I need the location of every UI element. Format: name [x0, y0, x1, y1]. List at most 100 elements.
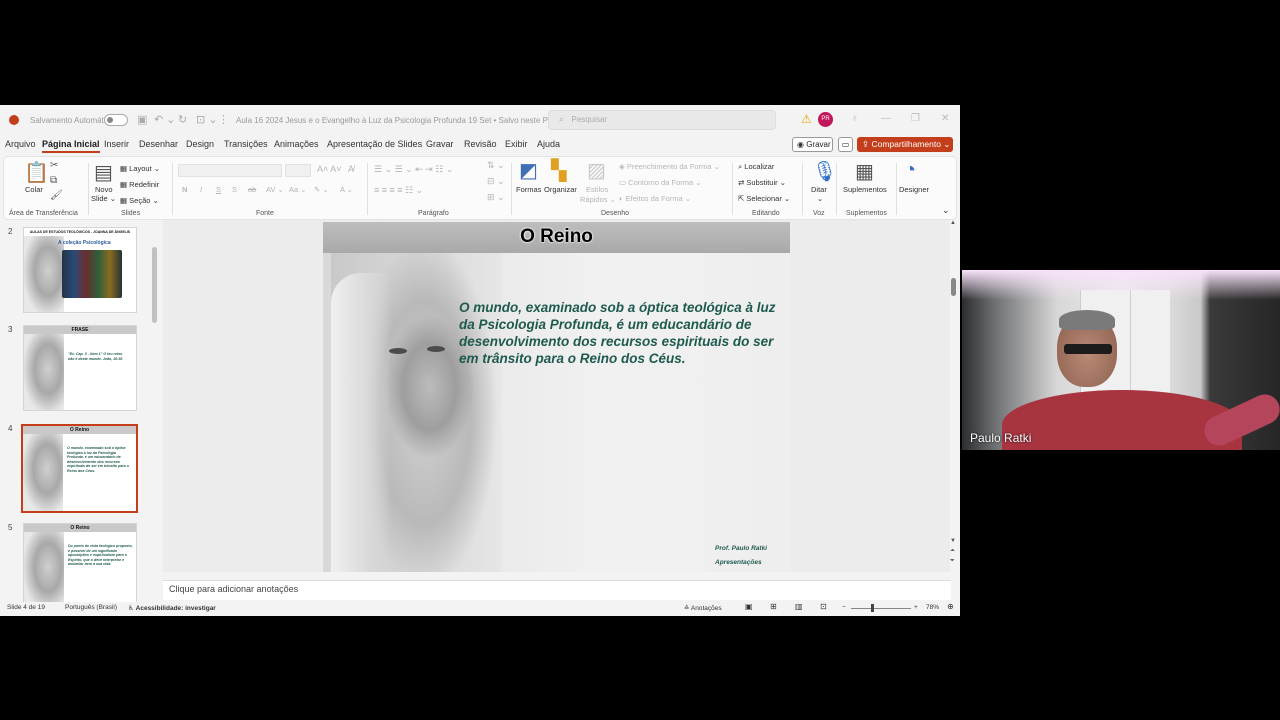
tab-design[interactable]: Design — [186, 139, 214, 149]
tab-transicoes[interactable]: Transições — [224, 139, 268, 149]
arrange-icon[interactable]: ▚ — [551, 158, 566, 183]
dictate-dropdown-icon[interactable]: ⌄ — [817, 194, 823, 203]
arrange-button[interactable]: Organizar — [544, 185, 577, 194]
font-name-input[interactable] — [178, 164, 282, 177]
slide-sorter-icon[interactable]: ⊞ — [770, 602, 777, 611]
clear-formatting-icon[interactable]: A̸ — [348, 164, 354, 174]
smartart-icon[interactable]: ⊞ ⌄ — [487, 192, 505, 203]
zoom-out-icon[interactable]: − — [842, 604, 846, 611]
select-button[interactable]: ⇱ Selecionar ⌄ — [738, 194, 790, 203]
bullets-icon[interactable]: ☰ ⌄ ☰ ⌄ ⇤ ⇥ ☷ ⌄ — [374, 164, 453, 175]
paste-button[interactable]: Colar — [25, 185, 43, 194]
designer-button[interactable]: Designer — [899, 185, 929, 194]
format-painter-icon[interactable]: 🖌 — [50, 190, 63, 201]
zoom-slider[interactable] — [851, 608, 911, 609]
quick-styles-icon[interactable]: ▨ — [587, 158, 606, 183]
increase-font-icon[interactable]: A˄ A˅ — [317, 164, 342, 174]
previous-slide-icon[interactable]: ⏶ — [950, 548, 955, 555]
align-left-icon[interactable]: ≡ ≡ ≡ ≡ ☷ ⌄ — [374, 185, 423, 196]
quick-styles-button[interactable]: Estilos — [586, 185, 608, 194]
tab-inserir[interactable]: Inserir — [104, 139, 129, 149]
search-input[interactable]: ⌕ Pesquisar — [548, 110, 776, 130]
slide-title[interactable]: O Reino — [323, 226, 790, 248]
change-case-icon[interactable]: Aa ⌄ — [289, 185, 307, 194]
char-spacing-icon[interactable]: AV ⌄ — [266, 185, 284, 194]
lightbulb-icon[interactable]: ♁ — [851, 113, 859, 124]
close-icon[interactable]: ✕ — [941, 113, 949, 124]
accessibility-button[interactable]: ♿ Acessibilidade: investigar — [128, 604, 216, 612]
customize-qat-icon[interactable]: ⋮ — [218, 113, 229, 126]
zoom-in-icon[interactable]: + — [914, 604, 918, 611]
participant-video-tile[interactable]: Paulo Ratki — [962, 270, 1280, 450]
shape-effects-button[interactable]: ◐ Efeitos da Forma ⌄ — [619, 194, 691, 203]
font-size-input[interactable] — [285, 164, 311, 177]
designer-icon[interactable]: ◔ — [904, 159, 916, 182]
slide-vertical-scrollbar[interactable]: ▲ ▼ ⏶ ⏷ — [950, 220, 958, 570]
scroll-down-icon[interactable]: ▼ — [950, 538, 956, 544]
warning-icon[interactable]: ⚠ — [801, 112, 812, 126]
tab-ajuda[interactable]: Ajuda — [537, 139, 560, 149]
autosave-toggle[interactable] — [104, 114, 128, 126]
slide-thumbnail-3[interactable]: FRASE "Ev. Cap. X - Item 1" O teu reino … — [23, 325, 137, 411]
scrollbar-thumb[interactable] — [951, 278, 956, 296]
italic-button[interactable]: I — [200, 185, 202, 194]
highlight-icon[interactable]: ✎ ⌄ — [314, 185, 329, 194]
start-slideshow-icon[interactable]: ⊡ ⌄ — [196, 113, 218, 126]
redo-icon[interactable]: ↻ — [178, 113, 187, 126]
slide-thumbnail-4[interactable]: O Reino O mundo, examinado sob a óptica … — [21, 424, 138, 513]
zoom-slider-thumb[interactable] — [871, 604, 874, 612]
tab-revisao[interactable]: Revisão — [464, 139, 497, 149]
copy-icon[interactable]: ⧉ — [50, 175, 57, 186]
section-button[interactable]: ▦ Seção ⌄ — [120, 196, 159, 205]
notes-button[interactable]: ≙ Anotações — [684, 604, 722, 612]
find-button[interactable]: ⌕ Localizar — [738, 162, 774, 172]
shapes-button[interactable]: Formas — [516, 185, 541, 194]
layout-button[interactable]: ▦ Layout ⌄ — [120, 164, 160, 173]
document-title[interactable]: Aula 16 2024 Jesus e o Evangelho à Luz d… — [236, 116, 563, 125]
share-button[interactable]: ⇪ Compartilhamento ⌄ — [857, 137, 953, 152]
paste-icon[interactable]: 📋 — [24, 160, 49, 185]
replace-button[interactable]: ⇄ Substituir ⌄ — [738, 178, 786, 187]
slide-thumbnail-5[interactable]: O Reino Do ponto de vista teológico prop… — [23, 523, 137, 609]
normal-view-icon[interactable]: ▣ — [745, 602, 753, 611]
strikethrough-icon[interactable]: ab — [248, 185, 256, 194]
quick-styles-dropdown[interactable]: Rápidos ⌄ — [580, 195, 616, 204]
thumbnail-scrollbar[interactable] — [152, 247, 157, 323]
tab-pagina-inicial[interactable]: Página Inicial — [42, 139, 100, 153]
zoom-level[interactable]: 78% — [926, 604, 939, 611]
slideshow-view-icon[interactable]: ⊡ — [820, 602, 827, 611]
font-color-icon[interactable]: A ⌄ — [340, 185, 353, 194]
next-slide-icon[interactable]: ⏷ — [950, 558, 955, 565]
new-slide-dropdown[interactable]: Slide ⌄ — [91, 194, 116, 203]
microphone-icon[interactable]: 🎙 — [812, 159, 837, 184]
text-direction-icon[interactable]: ⇅ ⌄ — [487, 160, 505, 171]
notes-input[interactable]: Clique para adicionar anotações — [163, 580, 951, 600]
shadow-button[interactable]: S — [232, 185, 237, 194]
slide-thumbnail-2[interactable]: AULAS DE ESTUDOS TEOLÓGICOS - JOANNA DE … — [23, 227, 137, 313]
align-text-icon[interactable]: ⊟ ⌄ — [487, 176, 505, 187]
tab-gravar[interactable]: Gravar — [426, 139, 454, 149]
tab-desenhar[interactable]: Desenhar — [139, 139, 178, 149]
bold-button[interactable]: N — [182, 185, 187, 194]
cut-icon[interactable]: ✂ — [50, 160, 58, 171]
undo-icon[interactable]: ↶ ⌄ — [154, 113, 176, 126]
shape-outline-button[interactable]: ▭ Contorno da Forma ⌄ — [619, 178, 702, 187]
language-indicator[interactable]: Português (Brasil) — [65, 604, 117, 611]
record-button[interactable]: Gravar — [792, 137, 833, 152]
addins-icon[interactable]: ▦ — [855, 159, 874, 184]
addins-button[interactable]: Suplementos — [843, 185, 887, 194]
shape-fill-button[interactable]: ◈ Preenchimento da Forma ⌄ — [619, 162, 720, 171]
tab-apresentacao[interactable]: Apresentação de Slides — [327, 139, 422, 149]
new-slide-icon[interactable]: ▤ — [94, 160, 113, 185]
tab-exibir[interactable]: Exibir — [505, 139, 528, 149]
collapse-ribbon-icon[interactable]: ⌄ — [942, 205, 950, 216]
slide-body-text[interactable]: O mundo, examinado sob a óptica teológic… — [459, 299, 781, 367]
comments-icon[interactable]: ▭ — [838, 137, 853, 152]
tab-arquivo[interactable]: Arquivo — [5, 139, 36, 149]
reset-button[interactable]: ▦ Redefinir — [120, 180, 159, 189]
dictate-button[interactable]: Ditar — [811, 185, 827, 194]
restore-icon[interactable]: ❐ — [911, 113, 920, 124]
reading-view-icon[interactable]: ▥ — [795, 602, 803, 611]
underline-button[interactable]: S — [216, 185, 221, 194]
shapes-icon[interactable]: ◩ — [519, 158, 538, 183]
